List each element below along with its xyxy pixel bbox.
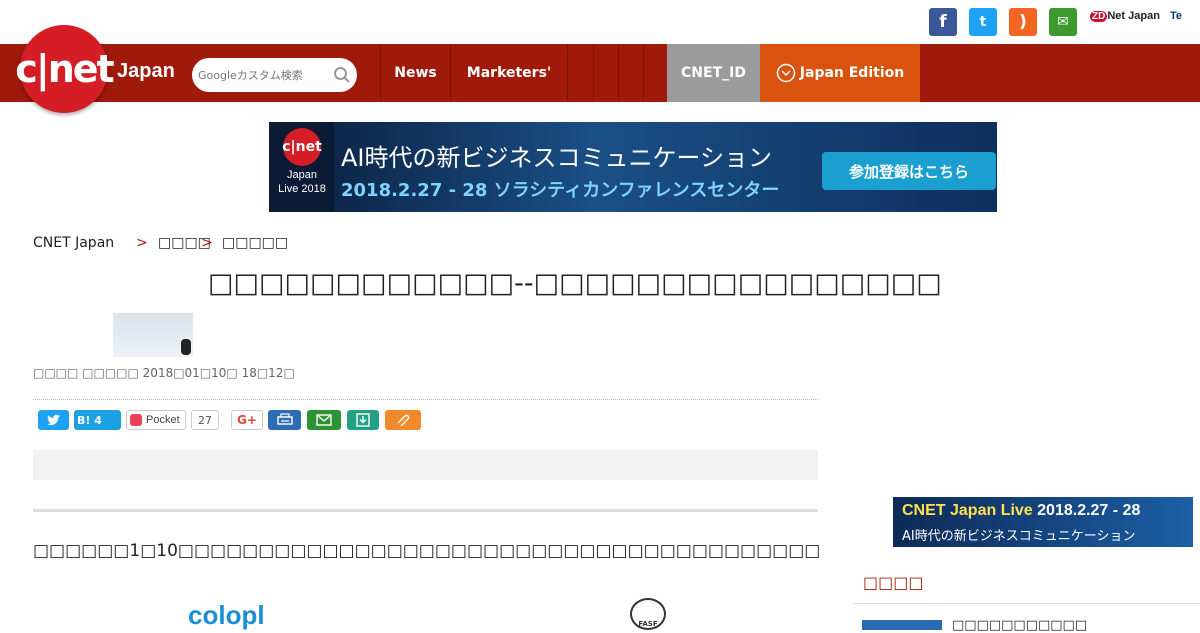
gplus-button[interactable]: G+ [231, 410, 263, 430]
email-share-button[interactable] [307, 410, 341, 430]
article-lead: □□□□□□1□10□□□□□□□□□□□□□□□□□□□□□□□□□□□□□□… [33, 541, 821, 561]
nav-news[interactable]: News [380, 44, 450, 102]
print-icon [276, 413, 293, 425]
edition-label: Japan Edition [799, 65, 905, 81]
nav-cnet-id[interactable]: CNET_ID [667, 44, 760, 102]
nav-blank-3[interactable] [618, 44, 643, 102]
pocket-button[interactable]: Pocket [126, 410, 186, 430]
download-icon [356, 413, 370, 427]
sidebar-ad-line2: AI時代の新ビジネスコミュニケーション [902, 529, 1136, 544]
pocket-icon [130, 414, 142, 426]
pocket-count: 27 [191, 410, 219, 430]
article-thumbnail[interactable] [113, 313, 193, 357]
pocket-label: Pocket [146, 414, 180, 426]
banner-date: 2018.2.27 - 28 ソラシティカンファレンスセンター [341, 180, 780, 201]
sidebar-section-header: □□□□ [853, 560, 1200, 604]
top-banner-ad[interactable]: c|net Japan Live 2018 AI時代の新ビジネスコミュニケーショ… [269, 122, 997, 212]
sidebar-ad-date: 2018.2.27 - 28 [1032, 502, 1141, 519]
clip-button[interactable] [385, 410, 421, 430]
mail-icon[interactable]: ✉ [1049, 8, 1077, 36]
chevron-down-icon [776, 63, 796, 83]
sidebar-section-title: □□□□ [863, 573, 924, 592]
banner-logo: c|net [282, 128, 322, 166]
banner-register-button[interactable]: 参加登録はこちら [822, 152, 996, 190]
nav-marketers[interactable]: Marketers' [450, 44, 567, 102]
envelope-icon [316, 414, 332, 426]
zdnet-rest: Net Japan [1107, 10, 1160, 22]
thumbnail-figure [181, 339, 191, 355]
breadcrumb-sep-1: > [136, 235, 148, 251]
nav-japan-edition[interactable]: Japan Edition [760, 44, 920, 102]
techrepublic-link[interactable]: Te [1170, 10, 1182, 22]
ad-placeholder [33, 450, 818, 480]
nav-blank-1[interactable] [567, 44, 593, 102]
sidebar-item-thumbnail[interactable] [862, 620, 942, 630]
twitter-bird-icon [46, 414, 60, 426]
print-button[interactable] [268, 410, 301, 430]
sidebar-ad-line1: CNET Japan Live 2018.2.27 - 28 [902, 502, 1140, 520]
hatena-bookmark-button[interactable]: B! 4 [74, 410, 121, 430]
sidebar-banner-ad[interactable]: CNET Japan Live 2018.2.27 - 28 AI時代の新ビジネ… [893, 497, 1193, 547]
paperclip-icon [397, 414, 410, 426]
save-button[interactable] [347, 410, 379, 430]
fasf-logo: FASF [630, 598, 666, 630]
sidebar-ad-brand: CNET Japan Live [902, 502, 1033, 519]
facebook-icon[interactable]: f [929, 8, 957, 36]
divider [33, 399, 818, 400]
rss-icon[interactable]: ) [1009, 8, 1037, 36]
breadcrumb-sep-2: > [201, 235, 213, 251]
search-icon[interactable] [333, 66, 351, 84]
nav-blank-4[interactable] [643, 44, 667, 102]
section-rule [33, 509, 818, 512]
banner-title: AI時代の新ビジネスコミュニケーション [341, 144, 773, 172]
top-utility-bar: f t ) ✉ ZD Net Japan Te [0, 0, 1200, 44]
logo-japan-label: Japan [117, 60, 175, 82]
article-meta: □□□□ □□□□□ 2018□01□10□ 18□12□ [33, 366, 295, 380]
tweet-button[interactable] [38, 410, 69, 430]
colopl-logo: colopl [188, 600, 265, 630]
cnet-logo[interactable]: c|net [15, 25, 115, 113]
nav-blank-2[interactable] [593, 44, 618, 102]
twitter-icon[interactable]: t [969, 8, 997, 36]
page-title: □□□□□□□□□□□□--□□□□□□□□□□□□□□□□ [208, 268, 942, 299]
search-input[interactable] [198, 65, 328, 85]
search-box [192, 58, 357, 92]
banner-sub: Japan Live 2018 [278, 169, 326, 195]
sidebar-item-link[interactable]: □□□□□□□□□□□ [952, 618, 1087, 633]
zdnet-japan-link[interactable]: ZD Net Japan [1090, 10, 1160, 22]
breadcrumb-level2: □□□□□ [222, 235, 289, 251]
zdnet-z: ZD [1090, 11, 1108, 22]
breadcrumb-home[interactable]: CNET Japan [33, 235, 114, 251]
